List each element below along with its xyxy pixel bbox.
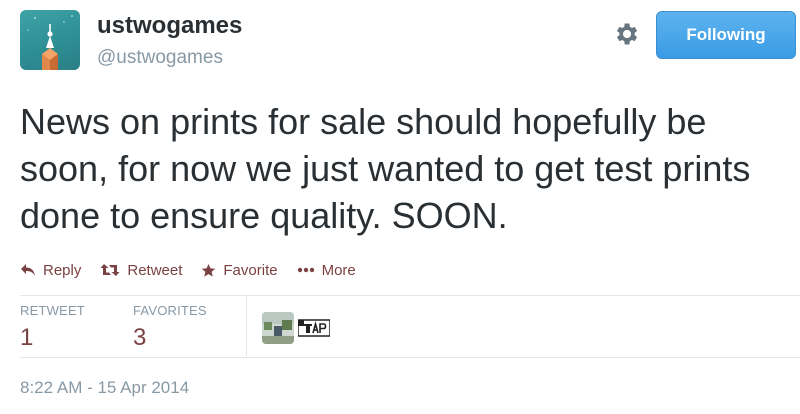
favorites-count: 3 [133, 324, 147, 351]
more-dots-icon [297, 267, 314, 273]
retweet-icon [100, 264, 120, 276]
tweet-card: ustwogames @ustwogames Following News on… [0, 0, 800, 414]
favorite-label: Favorite [223, 261, 278, 279]
reply-button[interactable]: Reply [20, 262, 81, 279]
retweet-stat[interactable]: RETWEET 1 [20, 303, 85, 352]
stats-top-divider [20, 295, 800, 296]
avatar[interactable] [20, 10, 80, 70]
favorites-count-label: FAVORITES [133, 303, 207, 318]
retweet-button[interactable]: Retweet [100, 262, 182, 279]
stats-vertical-divider [246, 296, 247, 356]
retweet-label: Retweet [127, 261, 183, 279]
retweet-count: 1 [20, 324, 34, 351]
favorite-button[interactable]: Favorite [201, 261, 278, 279]
user-name[interactable]: ustwogames [97, 12, 242, 40]
tweet-timestamp[interactable]: 8:22 AM - 15 Apr 2014 [20, 378, 189, 398]
gear-icon[interactable] [612, 20, 640, 48]
user-handle[interactable]: @ustwogames [97, 47, 223, 69]
favorites-stat[interactable]: FAVORITES 3 [133, 303, 207, 352]
stats-bottom-divider [20, 357, 800, 358]
star-icon [202, 263, 216, 277]
tweet-text: News on prints for sale should hopefully… [20, 101, 751, 236]
following-button[interactable]: Following [656, 11, 796, 59]
reply-label: Reply [43, 261, 82, 279]
retweet-count-label: RETWEET [20, 303, 85, 318]
reply-icon [21, 264, 35, 276]
more-button[interactable]: More [297, 262, 356, 279]
more-label: More [321, 261, 356, 279]
favoriter-avatar-tap[interactable] [297, 318, 331, 338]
tweet-actions: Reply Retweet Favorite More [20, 258, 375, 282]
favoriter-avatar[interactable] [262, 312, 294, 344]
